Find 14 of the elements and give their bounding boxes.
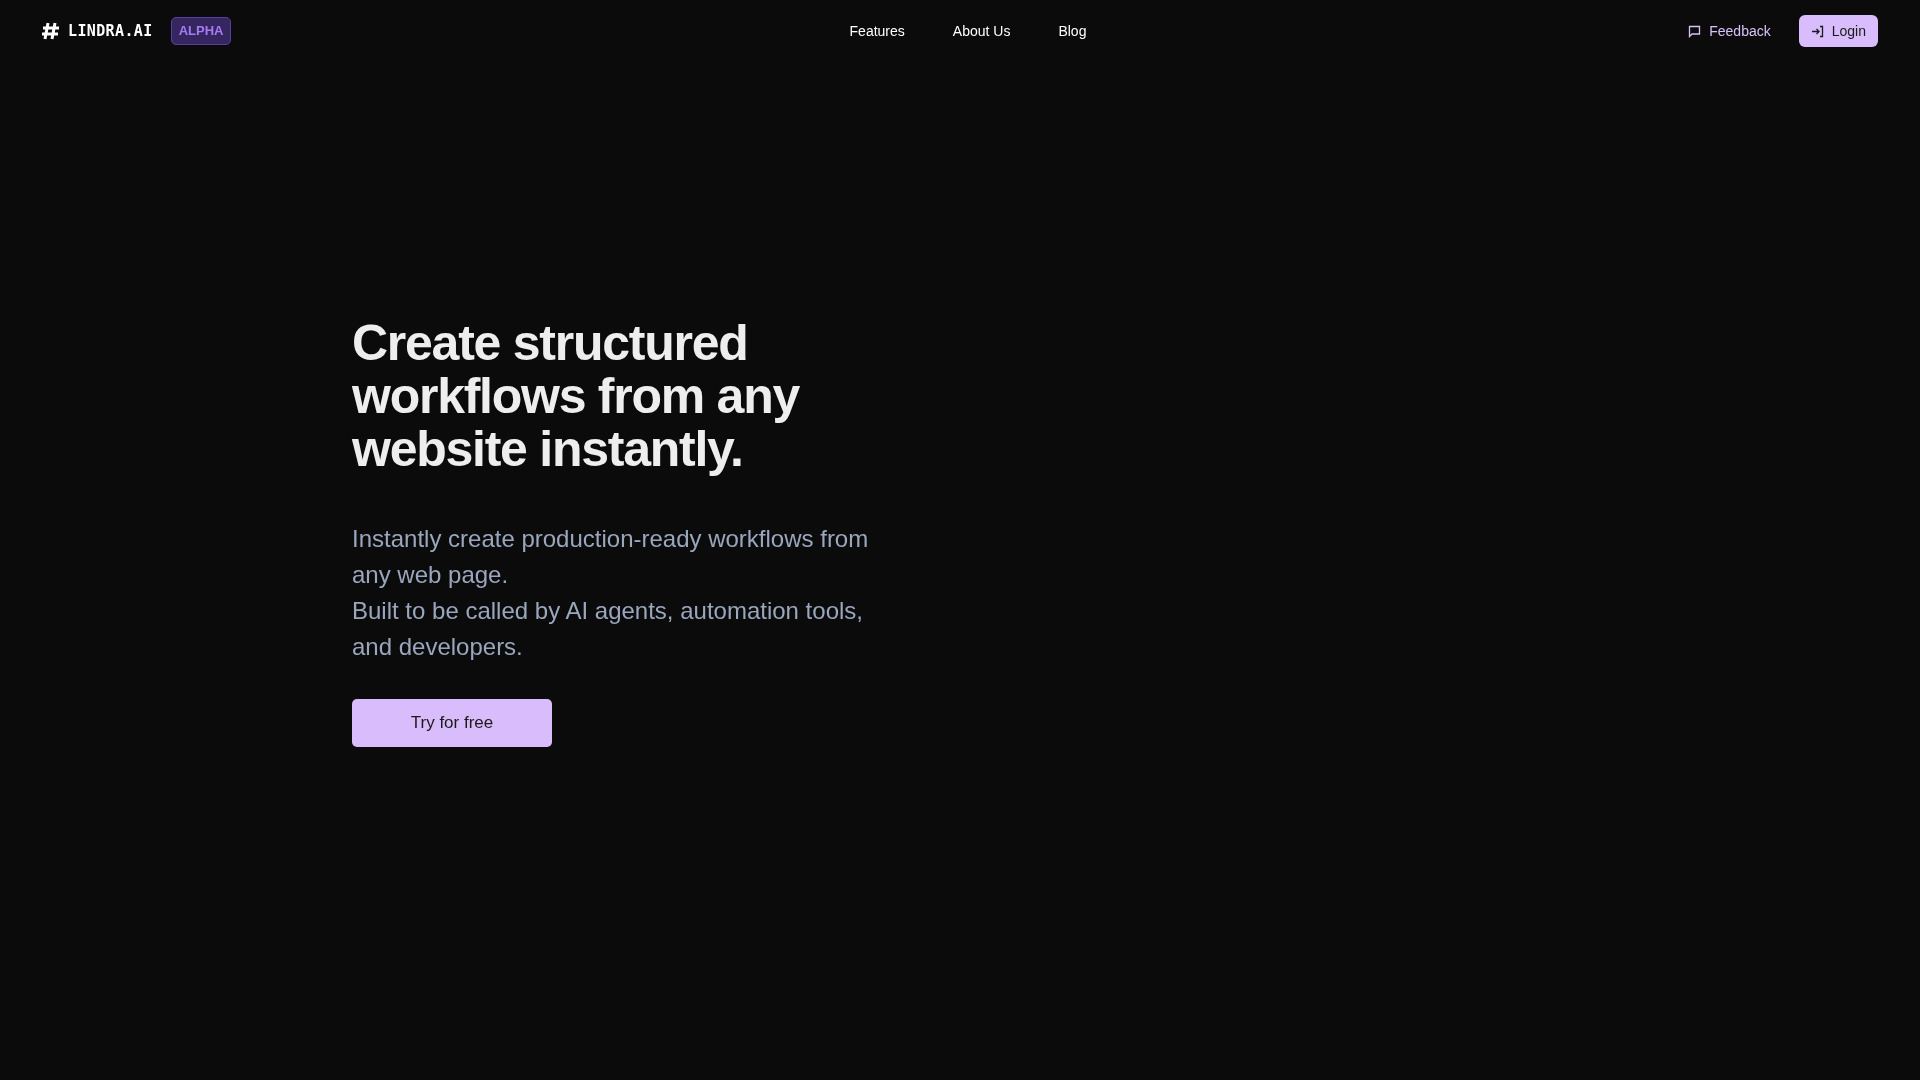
- nav-link[interactable]: Blog: [1058, 20, 1087, 42]
- hash-logo-icon: [42, 22, 60, 40]
- chat-bubble-icon: [1688, 24, 1702, 38]
- try-free-button[interactable]: Try for free: [352, 699, 552, 747]
- logo-text: LINDRA.AI: [68, 20, 153, 42]
- login-button[interactable]: Login: [1798, 15, 1878, 47]
- hero-subtitle: Built to be called by AI agents, automation tools, and developers.: [352, 596, 864, 662]
- alpha-badge: ALPHA: [170, 17, 232, 45]
- hero-heading: Create structured workflows from any website instantly.: [352, 317, 801, 476]
- nav-link[interactable]: About Us: [952, 20, 1011, 42]
- feedback-button[interactable]: Feedback: [1688, 20, 1771, 42]
- hero-subtitle: Instantly create production-ready workflows from any web page.: [352, 524, 870, 590]
- nav-link[interactable]: Features: [849, 20, 905, 42]
- sign-in-icon: [1810, 24, 1824, 38]
